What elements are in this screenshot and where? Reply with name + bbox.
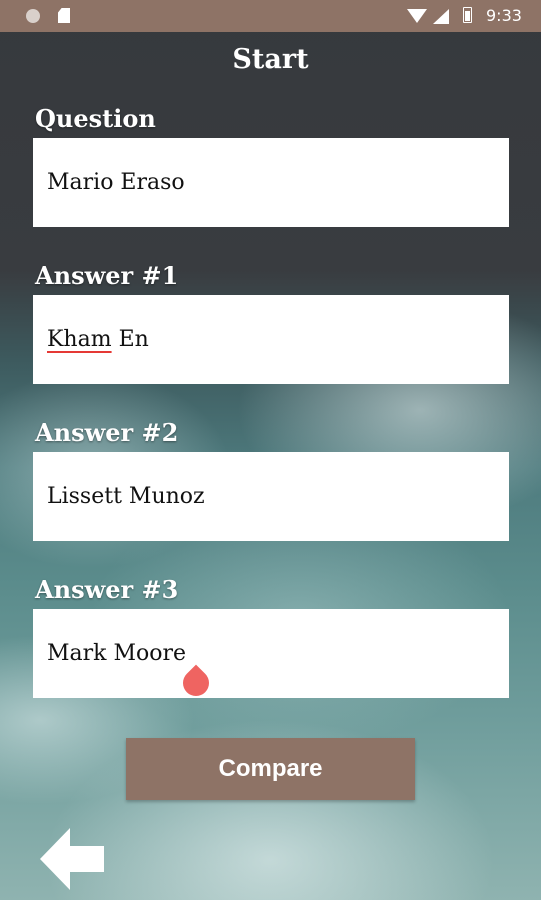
wifi-icon	[407, 9, 427, 23]
question-field[interactable]: Mario Eraso	[33, 138, 509, 227]
answer3-value: Mark Moore	[47, 641, 187, 666]
sd-card-icon	[58, 8, 70, 23]
answer3-label: Answer #3	[35, 575, 179, 604]
app-screen: 9:33 Start Question Mario Eraso Answer #…	[0, 0, 541, 900]
question-label: Question	[35, 104, 156, 133]
page-title: Start	[232, 44, 309, 75]
answer1-label: Answer #1	[35, 261, 179, 290]
battery-icon	[463, 7, 472, 23]
answer1-value-rest: En	[111, 327, 149, 352]
misspelled-word[interactable]: Kham	[47, 327, 112, 352]
answer2-label: Answer #2	[35, 418, 179, 447]
answer1-value: Kham En	[47, 327, 149, 352]
answer3-field[interactable]: Mark Moore	[33, 609, 509, 698]
question-value: Mario Eraso	[47, 170, 185, 195]
status-time: 9:33	[486, 6, 522, 25]
answer1-field[interactable]: Kham En	[33, 295, 509, 384]
signal-icon	[433, 9, 449, 24]
answer2-value: Lissett Munoz	[47, 484, 205, 509]
status-bar: 9:33	[0, 0, 541, 32]
answer2-field[interactable]: Lissett Munoz	[33, 452, 509, 541]
notification-circle-icon	[26, 9, 40, 23]
back-arrow-icon[interactable]	[40, 826, 106, 892]
compare-button[interactable]: Compare	[126, 738, 415, 800]
